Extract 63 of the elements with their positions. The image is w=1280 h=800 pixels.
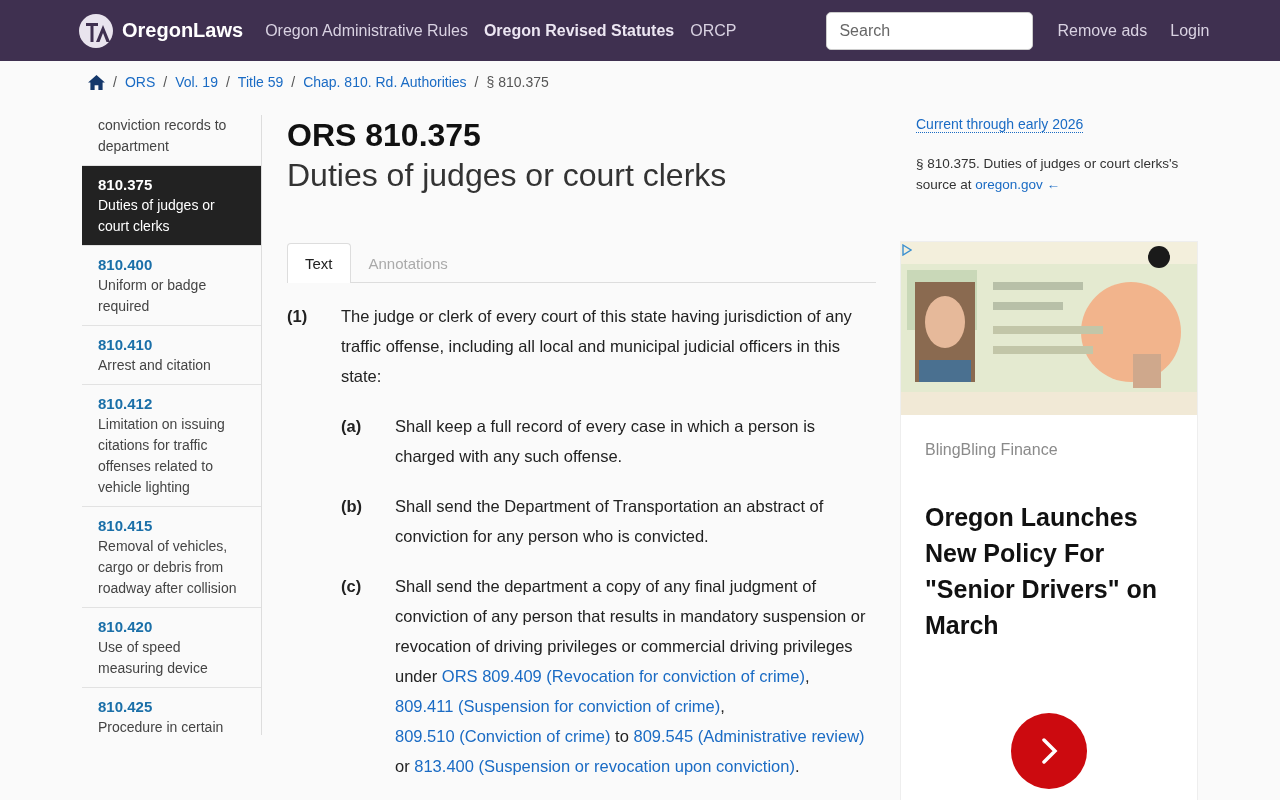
nav-link[interactable]: Oregon Administrative Rules — [265, 21, 468, 40]
breadcrumb-link[interactable]: ORS — [124, 74, 156, 90]
statute-number: ORS 810.375 — [287, 116, 482, 155]
ad-sponsor: BlingBling Finance — [925, 441, 1059, 459]
breadcrumb-link[interactable]: Vol. 19 — [175, 74, 218, 90]
currency-link[interactable]: Current through early 2026 — [916, 116, 1084, 133]
site-logo-text[interactable]: OregonLaws — [122, 19, 244, 42]
paragraph-label: (a) — [341, 416, 363, 437]
statute-link[interactable]: ORS 809.409 (Revocation for conviction of crime) — [441, 667, 805, 685]
statute-link[interactable]: 809.545 (Administrative review) — [633, 727, 865, 745]
sidebar-item[interactable]: 810.410 Arrest and citation — [82, 326, 261, 385]
statute-link[interactable]: 809.411 (Suspension for conviction of crime) — [395, 697, 721, 715]
paragraph-text: Shall send the Department of Transportation an abstract of conviction for any person who is convicted. — [395, 496, 825, 547]
breadcrumb-separator: / — [113, 74, 117, 90]
paragraph-label: (1) — [287, 306, 309, 327]
paragraph-text: Shall keep a full record of every case in which a person is charged with any such offense. — [395, 416, 817, 467]
home-icon[interactable] — [88, 74, 105, 90]
section-number: 810.375 — [98, 175, 154, 195]
breadcrumb-separator: / — [225, 74, 230, 90]
statute-title: Duties of judges or court clerks — [287, 156, 728, 195]
sidebar-item[interactable]: 810.425 Procedure in certain — [82, 688, 261, 735]
section-title: Procedure in certain — [98, 718, 225, 735]
section-number: 810.420 — [98, 617, 154, 637]
section-title: Uniform or badge required — [98, 276, 208, 316]
paragraph-text: The judge or clerk of every court of this state having jurisdiction of any traffic offense, including all local and municipal judicial officers in this state: — [341, 306, 853, 387]
section-number: 810.400 — [98, 255, 154, 275]
breadcrumb-link[interactable]: Chap. 810. Rd. Authorities — [303, 74, 467, 90]
nav-link[interactable]: Oregon Revised Statutes — [483, 21, 675, 40]
paragraph-label: (c) — [341, 576, 363, 597]
nav-link[interactable]: ORCP — [690, 21, 737, 40]
paragraph-text: Shall send the department a copy of any final judgment of conviction of any person that results in mandatory suspension or revocation of driving privileges or commercial driving privileges under ORS 809.409 (Revocation for conviction of crime), 809.411 (Suspension for conviction of crime), 809.510 (Conviction of crime) to 809.545 (Administrative review) or 813.400 (Suspension or revocation upon conviction). — [395, 576, 867, 777]
sidebar-item[interactable]: 810.415 Removal of vehicles, cargo or debris from roadway after collision — [82, 507, 261, 608]
sidebar-item[interactable]: 810.420 Use of speed measuring device — [82, 608, 261, 688]
section-title: Duties of judges or court clerks — [98, 196, 216, 236]
section-title: Removal of vehicles, cargo or debris from roadway after collision — [98, 537, 238, 598]
ad-headline[interactable]: Oregon Launches New Policy For "Senior Drivers" on March — [925, 499, 1173, 643]
breadcrumb-separator: / — [474, 74, 479, 90]
breadcrumb-link[interactable]: Title 59 — [237, 74, 284, 90]
header-link[interactable]: Remove ads — [1057, 21, 1148, 40]
header-link[interactable]: Login — [1170, 21, 1210, 40]
source-link[interactable]: oregon.gov ← — [975, 177, 1061, 192]
breadcrumb-separator: / — [163, 74, 168, 90]
section-title: conviction records to department — [98, 116, 228, 156]
sidebar-item[interactable]: 810.400 Uniform or badge required — [82, 246, 261, 326]
statute-link[interactable]: 809.510 (Conviction of crime) — [395, 727, 611, 745]
tab[interactable]: Text — [287, 243, 351, 283]
section-number: 810.425 — [98, 697, 154, 717]
breadcrumb-current: § 810.375 — [486, 74, 549, 90]
search-field[interactable]: Search — [826, 11, 1034, 50]
section-title: Limitation on issuing citations for traffic offenses related to vehicle lighting — [98, 415, 226, 497]
ad-choices-icon[interactable] — [902, 244, 912, 256]
section-title: Use of speed measuring device — [98, 638, 209, 678]
sidebar-item[interactable]: 810.412 Limitation on issuing citations for traffic offenses related to vehicle lighting — [82, 385, 261, 507]
section-number: 810.415 — [98, 516, 154, 536]
section-title: Arrest and citation — [98, 356, 212, 375]
logo-icon — [78, 12, 114, 49]
section-number: 810.410 — [98, 335, 154, 355]
paragraph-label: (b) — [341, 496, 364, 517]
sidebar-item[interactable]: 810.375 Duties of judges or court clerks — [82, 166, 261, 246]
section-number: 810.412 — [98, 394, 154, 414]
statute-link[interactable]: 813.400 (Suspension or revocation upon conviction) — [414, 757, 795, 775]
breadcrumb-separator: / — [291, 74, 296, 90]
source-note: § 810.375. Duties of judges or court clerks's source at oregon.gov ← — [916, 155, 1180, 194]
